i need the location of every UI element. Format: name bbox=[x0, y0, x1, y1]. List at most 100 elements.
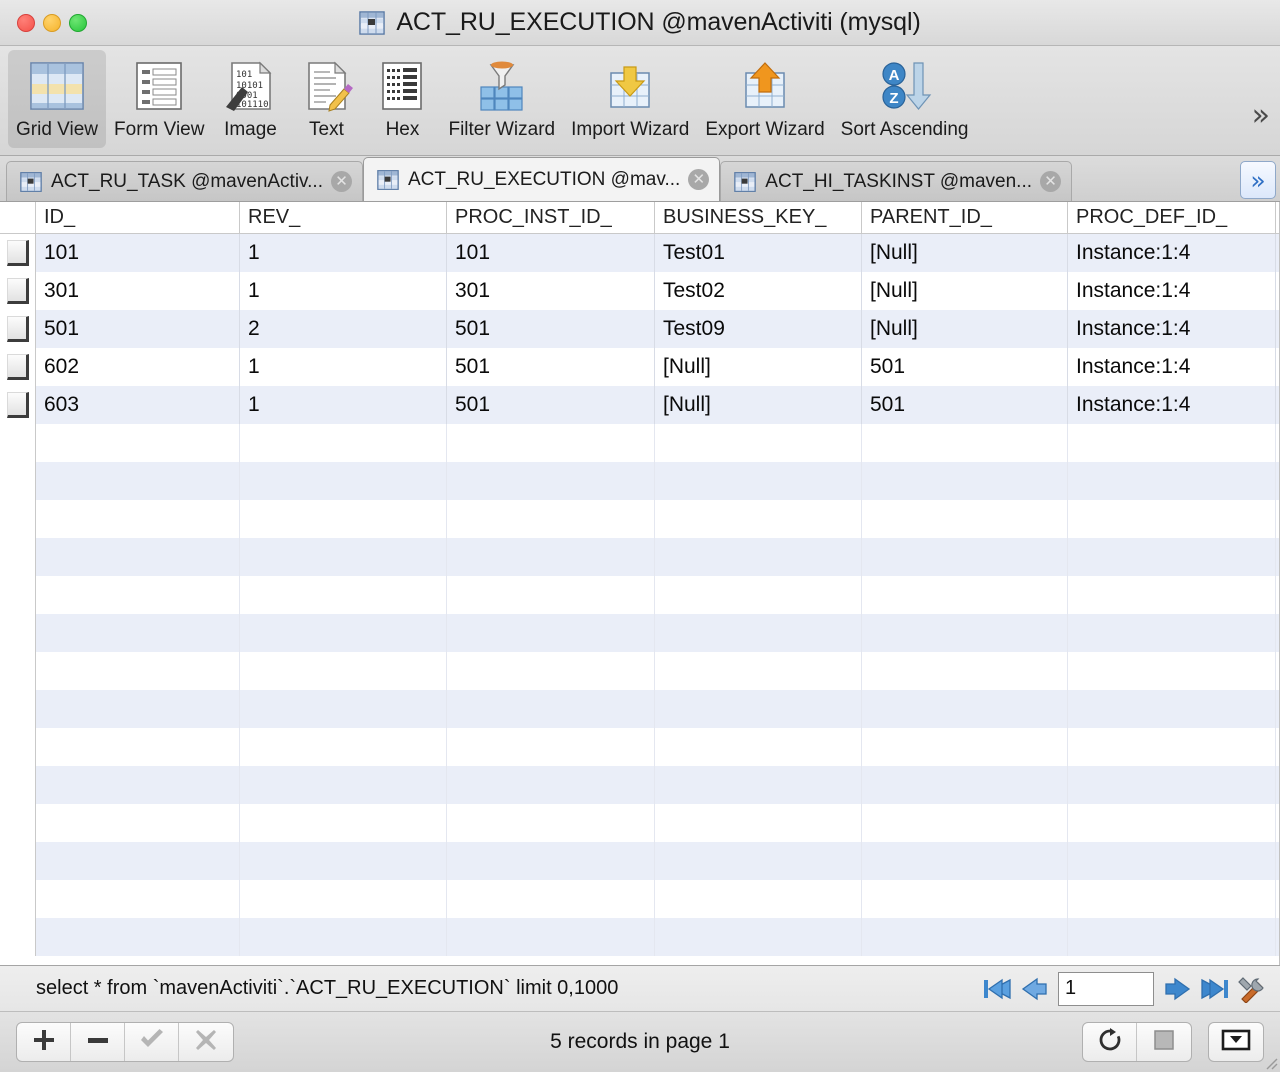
table-cell[interactable] bbox=[655, 880, 862, 918]
table-cell[interactable] bbox=[447, 728, 655, 766]
table-cell[interactable] bbox=[1068, 880, 1276, 918]
table-cell[interactable] bbox=[862, 690, 1068, 728]
column-header-business-key[interactable]: BUSINESS_KEY_ bbox=[655, 202, 862, 233]
table-cell[interactable] bbox=[862, 918, 1068, 956]
table-cell[interactable] bbox=[655, 500, 862, 538]
table-cell[interactable]: 501 bbox=[447, 386, 655, 424]
table-cell[interactable] bbox=[36, 500, 240, 538]
table-cell[interactable]: [Null] bbox=[862, 234, 1068, 272]
table-row[interactable]: 603 1 501 [Null] 501 Instance:1:4 bbox=[0, 386, 1280, 424]
table-cell[interactable] bbox=[447, 500, 655, 538]
table-cell[interactable] bbox=[655, 652, 862, 690]
table-cell[interactable] bbox=[36, 766, 240, 804]
row-selector-cell[interactable] bbox=[0, 348, 36, 386]
table-row[interactable]: 301 1 301 Test02 [Null] Instance:1:4 bbox=[0, 272, 1280, 310]
table-cell[interactable] bbox=[655, 918, 862, 956]
table-cell[interactable] bbox=[862, 842, 1068, 880]
table-cell[interactable]: 2 bbox=[240, 310, 447, 348]
table-cell[interactable] bbox=[36, 804, 240, 842]
table-row[interactable] bbox=[0, 918, 1280, 956]
close-icon[interactable]: ✕ bbox=[1040, 171, 1062, 192]
row-selector-cell[interactable] bbox=[0, 880, 36, 918]
toolbar-overflow-icon[interactable]: » bbox=[1252, 98, 1270, 133]
table-cell[interactable] bbox=[447, 652, 655, 690]
table-cell[interactable] bbox=[1068, 842, 1276, 880]
table-cell[interactable]: [Null] bbox=[655, 386, 862, 424]
table-cell[interactable] bbox=[1068, 462, 1276, 500]
table-cell[interactable] bbox=[862, 538, 1068, 576]
table-cell[interactable] bbox=[1068, 804, 1276, 842]
previous-page-icon[interactable] bbox=[1020, 976, 1050, 1002]
table-cell[interactable] bbox=[447, 462, 655, 500]
options-button[interactable] bbox=[1208, 1022, 1264, 1062]
table-cell[interactable]: 602 bbox=[36, 348, 240, 386]
table-cell[interactable] bbox=[447, 424, 655, 462]
table-cell[interactable]: 501 bbox=[36, 310, 240, 348]
options-button-inner[interactable] bbox=[1209, 1023, 1263, 1061]
table-cell[interactable]: 301 bbox=[447, 272, 655, 310]
table-cell[interactable] bbox=[655, 690, 862, 728]
table-cell[interactable] bbox=[447, 690, 655, 728]
table-row[interactable] bbox=[0, 690, 1280, 728]
row-selector-cell[interactable] bbox=[0, 234, 36, 272]
table-cell[interactable] bbox=[36, 576, 240, 614]
table-cell[interactable] bbox=[655, 766, 862, 804]
table-cell[interactable]: Test01 bbox=[655, 234, 862, 272]
table-cell[interactable]: [Null] bbox=[655, 348, 862, 386]
table-cell[interactable]: 1 bbox=[240, 348, 447, 386]
table-cell[interactable] bbox=[447, 804, 655, 842]
row-selector-cell[interactable] bbox=[0, 766, 36, 804]
table-cell[interactable]: 1 bbox=[240, 272, 447, 310]
table-cell[interactable] bbox=[240, 804, 447, 842]
table-cell[interactable] bbox=[1068, 500, 1276, 538]
toolbar-button-sort-ascending[interactable]: A Z Sort Ascending bbox=[833, 50, 977, 148]
row-selector-cell[interactable] bbox=[0, 614, 36, 652]
table-cell[interactable]: 501 bbox=[862, 348, 1068, 386]
table-cell[interactable] bbox=[240, 842, 447, 880]
table-cell[interactable] bbox=[862, 462, 1068, 500]
add-record-button[interactable] bbox=[17, 1023, 71, 1061]
table-cell[interactable] bbox=[862, 576, 1068, 614]
table-cell[interactable] bbox=[655, 614, 862, 652]
row-selector-cell[interactable] bbox=[0, 804, 36, 842]
table-row[interactable] bbox=[0, 842, 1280, 880]
delete-record-button[interactable] bbox=[71, 1023, 125, 1061]
first-page-icon[interactable] bbox=[982, 976, 1012, 1002]
table-cell[interactable] bbox=[240, 462, 447, 500]
table-row[interactable] bbox=[0, 728, 1280, 766]
tab-act-hi-taskinst[interactable]: ACT_HI_TASKINST @maven... ✕ bbox=[720, 161, 1073, 201]
table-cell[interactable] bbox=[1068, 728, 1276, 766]
table-cell[interactable] bbox=[1068, 918, 1276, 956]
table-cell[interactable] bbox=[240, 424, 447, 462]
table-cell[interactable] bbox=[862, 880, 1068, 918]
toolbar-button-image[interactable]: 101 10101 0001 101110 Image bbox=[212, 50, 288, 148]
table-cell[interactable]: 501 bbox=[862, 386, 1068, 424]
grid-body[interactable]: 101 1 101 Test01 [Null] Instance:1:4 301 1 301 Te… bbox=[0, 234, 1280, 965]
table-cell[interactable] bbox=[240, 576, 447, 614]
table-cell[interactable] bbox=[240, 614, 447, 652]
table-cell[interactable] bbox=[862, 766, 1068, 804]
row-selector-cell[interactable] bbox=[0, 500, 36, 538]
row-selector-cell[interactable] bbox=[0, 690, 36, 728]
tab-act-ru-execution[interactable]: ACT_RU_EXECUTION @mav... ✕ bbox=[362, 157, 721, 201]
table-cell[interactable] bbox=[36, 728, 240, 766]
row-selector-cell[interactable] bbox=[0, 728, 36, 766]
resize-grip[interactable] bbox=[1262, 1054, 1278, 1070]
table-cell[interactable] bbox=[36, 424, 240, 462]
table-cell[interactable] bbox=[447, 842, 655, 880]
close-icon[interactable]: ✕ bbox=[330, 171, 352, 192]
table-cell[interactable] bbox=[655, 842, 862, 880]
row-selector-cell[interactable] bbox=[0, 652, 36, 690]
close-icon[interactable]: ✕ bbox=[688, 169, 710, 190]
zoom-button[interactable] bbox=[69, 13, 87, 32]
page-number-input[interactable] bbox=[1058, 971, 1154, 1006]
table-cell[interactable] bbox=[862, 652, 1068, 690]
table-cell[interactable] bbox=[36, 842, 240, 880]
toolbar-button-form-view[interactable]: Form View bbox=[106, 50, 212, 148]
table-cell[interactable]: Instance:1:4 bbox=[1068, 386, 1276, 424]
table-cell[interactable] bbox=[36, 690, 240, 728]
column-header-id[interactable]: ID_ bbox=[36, 202, 240, 233]
tab-act-ru-task[interactable]: ACT_RU_TASK @mavenActiv... ✕ bbox=[6, 161, 363, 201]
table-cell[interactable] bbox=[1068, 652, 1276, 690]
table-row[interactable]: 602 1 501 [Null] 501 Instance:1:4 bbox=[0, 348, 1280, 386]
